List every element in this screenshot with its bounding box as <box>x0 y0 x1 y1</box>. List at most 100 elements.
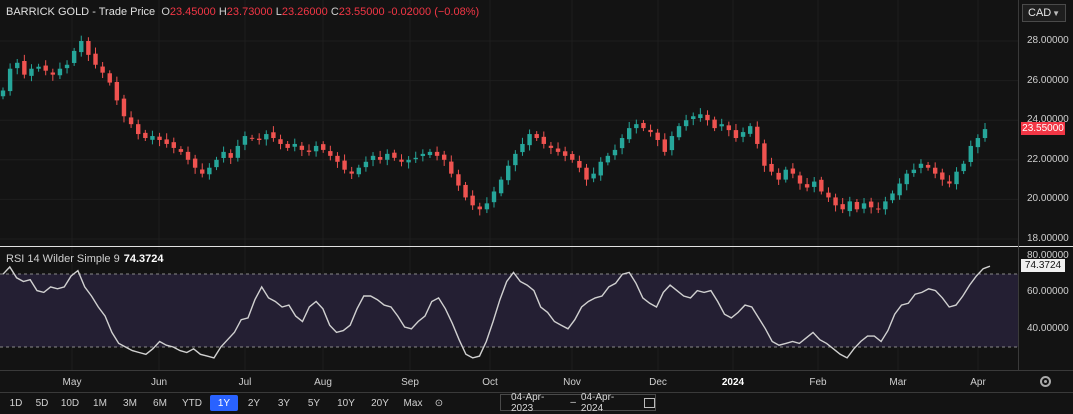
candle-body <box>214 159 219 168</box>
candle-body <box>491 191 497 203</box>
range-button-20y[interactable]: 20Y <box>364 395 396 411</box>
candle-body <box>698 114 703 119</box>
candle-body <box>570 154 575 160</box>
range-button-max[interactable]: Max <box>398 395 428 411</box>
candle-body <box>975 138 981 148</box>
candle-body <box>470 195 475 206</box>
candle-body <box>463 184 468 198</box>
candle-body <box>370 155 376 160</box>
candle-body <box>520 143 525 153</box>
candle-body <box>940 172 945 180</box>
range-button-3y[interactable]: 3Y <box>270 395 298 411</box>
candle-body <box>484 203 490 210</box>
candle-body <box>114 81 120 101</box>
candle-body <box>292 143 297 147</box>
candle-body <box>57 68 63 76</box>
price-tick-label: 28.00000 <box>1027 35 1069 46</box>
candle-body <box>911 169 917 174</box>
candle-body <box>506 165 511 181</box>
open-label: O <box>161 6 170 18</box>
rsi-tick-label: 60.00000 <box>1027 286 1069 298</box>
candle-body <box>527 134 532 146</box>
reset-icon[interactable]: ⊙ <box>432 395 446 411</box>
range-button-1d[interactable]: 1D <box>4 395 28 411</box>
price-mode: Trade Price <box>98 6 156 18</box>
range-button-6m[interactable]: 6M <box>146 395 174 411</box>
candle-body <box>712 119 717 129</box>
date-range-picker[interactable]: 04-Apr-2023 – 04-Apr-2024 <box>500 392 656 414</box>
candle-body <box>641 122 646 129</box>
candle-body <box>954 171 959 185</box>
candle-body <box>36 66 41 69</box>
candle-body <box>157 136 162 140</box>
range-button-10y[interactable]: 10Y <box>330 395 362 411</box>
candle-body <box>420 153 426 157</box>
currency-select[interactable]: CAD ▼ <box>1022 4 1066 22</box>
time-tick-label: Sep <box>401 377 419 388</box>
candle-body <box>128 117 134 125</box>
candle-body <box>762 143 767 166</box>
candle-body <box>43 65 48 71</box>
candle-body <box>705 114 710 121</box>
candle-body <box>925 164 931 168</box>
range-button-2y[interactable]: 2Y <box>240 395 268 411</box>
close-label: C <box>330 6 339 18</box>
high-label: H <box>218 6 227 18</box>
range-button-3m[interactable]: 3M <box>116 395 144 411</box>
candle-body <box>719 124 724 127</box>
candle-body <box>249 137 255 139</box>
range-button-1m[interactable]: 1M <box>86 395 114 411</box>
price-tick-label: 22.00000 <box>1027 153 1069 165</box>
candle-body <box>968 145 973 162</box>
chart-legend: BARRICK GOLD - Trade Price O23.45000 H23… <box>6 6 479 18</box>
candle-body <box>200 169 205 174</box>
range-button-5y[interactable]: 5Y <box>300 395 328 411</box>
candle-body <box>840 204 845 210</box>
candle-body <box>207 167 212 175</box>
candle-body <box>947 181 952 184</box>
candle-body <box>783 169 788 180</box>
candle-body <box>876 208 881 210</box>
candle-body <box>121 98 127 117</box>
candle-body <box>328 151 333 156</box>
candle-body <box>669 136 675 151</box>
candle-body <box>854 201 860 210</box>
candle-body <box>904 173 909 185</box>
time-tick-label: May <box>62 377 82 388</box>
candle-body <box>861 203 867 209</box>
time-tick-label: Mar <box>889 377 907 388</box>
range-button-ytd[interactable]: YTD <box>176 395 208 411</box>
candle-body <box>221 151 226 159</box>
candle-body <box>164 139 169 144</box>
time-tick-label: Jul <box>238 377 252 388</box>
candle-body <box>534 134 539 139</box>
price-chart[interactable] <box>0 0 1073 393</box>
price-tick-label: 18.00000 <box>1027 233 1069 244</box>
candle-body <box>299 145 305 150</box>
candle-body <box>150 136 155 140</box>
candle-body <box>619 138 625 149</box>
chevron-down-icon: ▼ <box>1052 8 1060 18</box>
candle-body <box>406 159 411 163</box>
candle-body <box>498 179 504 194</box>
candle-body <box>7 68 13 92</box>
range-button-5d[interactable]: 5D <box>30 395 54 411</box>
gear-icon[interactable] <box>1040 376 1051 387</box>
time-tick-label: Apr <box>970 377 986 388</box>
candle-body <box>363 161 369 168</box>
close-value: 23.55000 <box>338 6 385 18</box>
candle-body <box>178 149 184 152</box>
time-tick-label: Oct <box>482 377 498 388</box>
candle-body <box>242 136 248 145</box>
candle-body <box>548 145 554 148</box>
candle-body <box>192 158 198 168</box>
open-value: 23.45000 <box>169 6 216 18</box>
candle-body <box>349 171 354 174</box>
candle-body <box>634 124 639 129</box>
range-button-10d[interactable]: 10D <box>56 395 84 411</box>
range-button-1y[interactable]: 1Y <box>210 395 238 411</box>
candle-body <box>804 184 810 188</box>
candle-body <box>890 193 895 201</box>
time-tick-label: Feb <box>809 377 827 388</box>
candle-body <box>264 134 269 140</box>
